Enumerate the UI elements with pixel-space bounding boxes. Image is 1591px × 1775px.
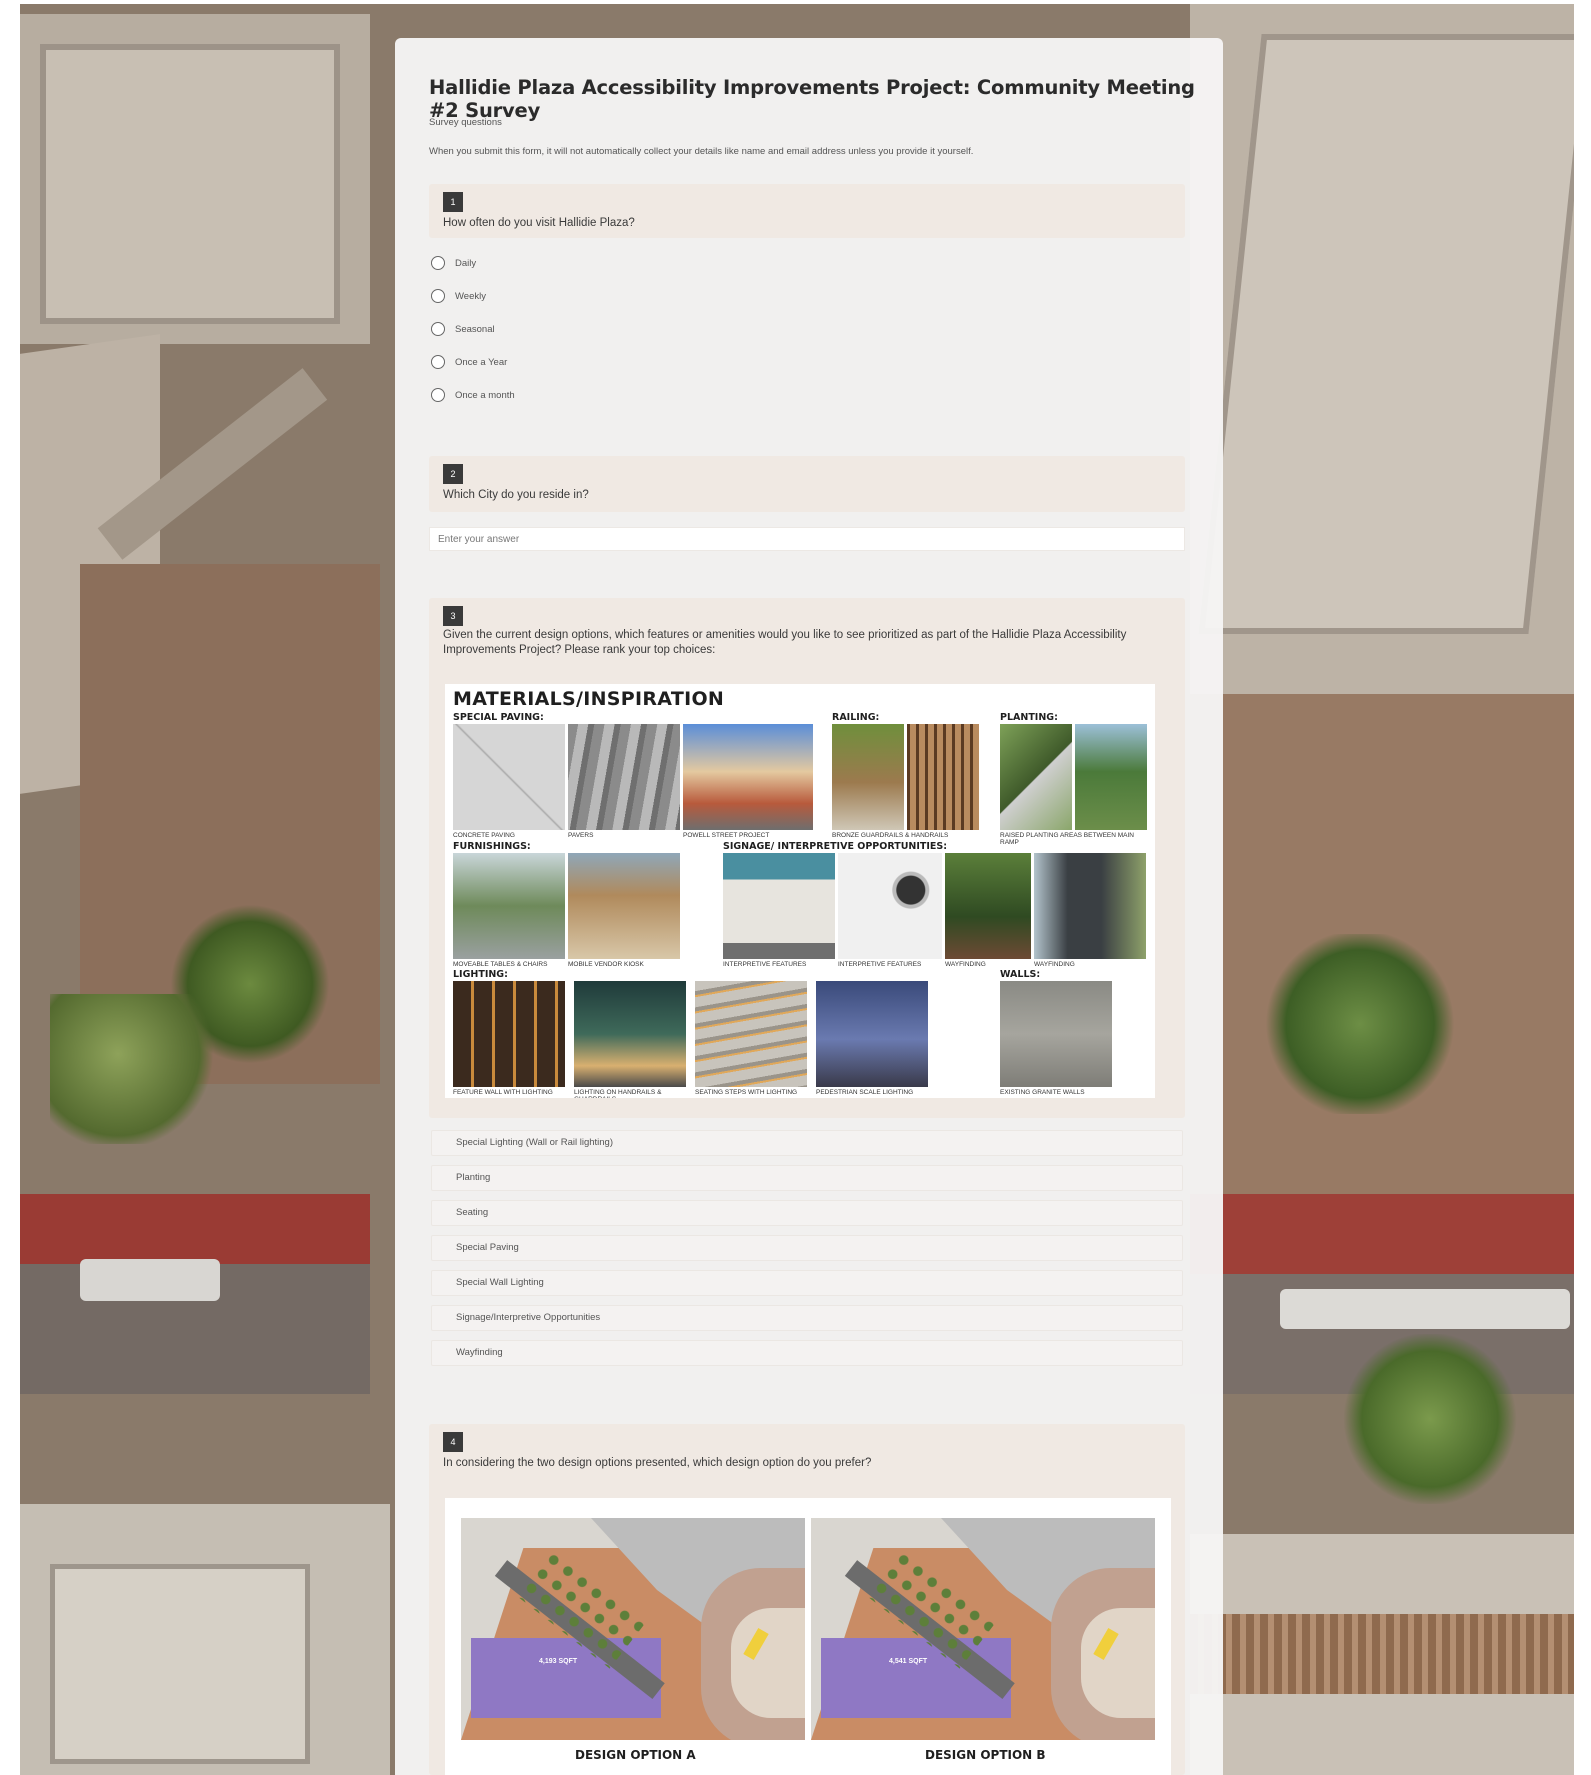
question-1-text: How often do you visit Hallidie Plaza? xyxy=(443,217,635,229)
question-number-badge: 4 xyxy=(443,1432,463,1452)
feature-wall-photo xyxy=(453,981,565,1087)
radio-button[interactable] xyxy=(431,388,445,402)
rank-item-wayfinding[interactable]: Wayfinding xyxy=(431,1340,1183,1366)
rank-item-planting[interactable]: Planting xyxy=(431,1165,1183,1191)
radio-button[interactable] xyxy=(431,256,445,270)
wayfinding-photo-1 xyxy=(945,853,1031,959)
materials-inspiration-image: MATERIALS/INSPIRATION SPECIAL PAVING: RA… xyxy=(445,684,1155,1098)
privacy-notice: When you submit this form, it will not a… xyxy=(429,146,974,157)
caption-wayfinding-1: WAYFINDING xyxy=(945,961,986,968)
radio-button[interactable] xyxy=(431,322,445,336)
movable-tables-photo xyxy=(453,853,565,959)
option-label: Daily xyxy=(455,257,477,269)
city-answer-input[interactable] xyxy=(429,527,1185,551)
question-2-text: Which City do you reside in? xyxy=(443,489,589,501)
handrail-lighting-photo xyxy=(574,981,686,1087)
heading-furnishings: FURNISHINGS: xyxy=(453,841,531,852)
caption-vendor-kiosk: MOBILE VENDOR KIOSK xyxy=(568,961,644,968)
rank-item-special-lighting[interactable]: Special Lighting (Wall or Rail lighting) xyxy=(431,1130,1183,1156)
option-seasonal[interactable]: Seasonal xyxy=(431,320,495,338)
radio-button[interactable] xyxy=(431,355,445,369)
planting-photo-1 xyxy=(1000,724,1072,830)
question-2-header: 2 Which City do you reside in? xyxy=(429,456,1185,512)
design-option-a-label: DESIGN OPTION A xyxy=(575,1748,696,1762)
wayfinding-photo-2 xyxy=(1034,853,1146,959)
railing-photo-1 xyxy=(832,724,904,830)
design-options-image: 4,193 SQFT 4,541 SQFT DESIGN OPTION A DE… xyxy=(445,1498,1171,1775)
option-daily[interactable]: Daily xyxy=(431,254,476,272)
heading-special-paving: SPECIAL PAVING: xyxy=(453,712,544,723)
caption-movable-tables: MOVEABLE TABLES & CHAIRS xyxy=(453,961,548,968)
survey-title: Hallidie Plaza Accessibility Improvement… xyxy=(429,76,1195,122)
powell-street-photo xyxy=(683,724,813,830)
question-number-badge: 2 xyxy=(443,464,463,484)
planting-photo-2 xyxy=(1075,724,1147,830)
heading-signage: SIGNAGE/ INTERPRETIVE OPPORTUNITIES: xyxy=(723,841,948,852)
caption-bronze-guardrails: BRONZE GUARDRAILS & HANDRAILS xyxy=(832,832,949,839)
design-option-b-plan: 4,541 SQFT xyxy=(811,1518,1155,1740)
option-once-a-year[interactable]: Once a Year xyxy=(431,353,507,371)
rank-item-special-paving[interactable]: Special Paving xyxy=(431,1235,1183,1261)
heading-planting: PLANTING: xyxy=(1000,712,1058,723)
rank-item-special-wall-lighting[interactable]: Special Wall Lighting xyxy=(431,1270,1183,1296)
concrete-paving-photo xyxy=(453,724,565,830)
heading-railing: RAILING: xyxy=(832,712,880,723)
caption-raised-planting: RAISED PLANTING AREAS BETWEEN MAIN RAMP xyxy=(1000,832,1134,846)
question-4-text: In considering the two design options pr… xyxy=(443,1457,872,1469)
caption-feature-wall: FEATURE WALL WITH LIGHTING xyxy=(453,1089,553,1096)
question-1-header: 1 How often do you visit Hallidie Plaza? xyxy=(429,184,1185,238)
vendor-kiosk-photo xyxy=(568,853,680,959)
interpretive-photo-1 xyxy=(723,853,835,959)
caption-wayfinding-2: WAYFINDING xyxy=(1034,961,1075,968)
option-once-a-month[interactable]: Once a month xyxy=(431,386,515,404)
survey-form-card: Hallidie Plaza Accessibility Improvement… xyxy=(395,38,1223,1775)
heading-walls: WALLS: xyxy=(1000,969,1041,980)
option-weekly[interactable]: Weekly xyxy=(431,287,486,305)
caption-granite-walls: EXISTING GRANITE WALLS xyxy=(1000,1089,1085,1096)
caption-seating-steps: SEATING STEPS WITH LIGHTING xyxy=(695,1089,798,1096)
rank-item-signage[interactable]: Signage/Interpretive Opportunities xyxy=(431,1305,1183,1331)
caption-handrail-lighting: LIGHTING ON HANDRAILS & GUARDRAILS xyxy=(574,1089,662,1098)
caption-powell-street: POWELL STREET PROJECT xyxy=(683,832,770,839)
board-title: MATERIALS/INSPIRATION xyxy=(453,688,725,710)
design-option-a-plan: 4,193 SQFT xyxy=(461,1518,805,1740)
caption-pavers: PAVERS xyxy=(568,832,594,839)
question-number-badge: 1 xyxy=(443,192,463,212)
seating-steps-photo xyxy=(695,981,807,1087)
pavers-photo xyxy=(568,724,680,830)
survey-subtitle: Survey questions xyxy=(429,117,502,128)
option-label: Once a Year xyxy=(455,356,508,368)
pedestrian-lighting-photo xyxy=(816,981,928,1087)
option-label: Once a month xyxy=(455,389,515,401)
caption-interpretive-1: INTERPRETIVE FEATURES xyxy=(723,961,807,968)
granite-walls-photo xyxy=(1000,981,1112,1087)
option-b-area-label: 4,541 SQFT xyxy=(889,1658,928,1665)
heading-lighting: LIGHTING: xyxy=(453,969,508,980)
caption-interpretive-2: INTERPRETIVE FEATURES xyxy=(838,961,922,968)
option-a-area-label: 4,193 SQFT xyxy=(539,1658,578,1665)
caption-pedestrian-lighting: PEDESTRIAN SCALE LIGHTING xyxy=(816,1089,914,1096)
design-option-b-label: DESIGN OPTION B xyxy=(925,1748,1046,1762)
option-label: Weekly xyxy=(455,290,486,302)
option-label: Seasonal xyxy=(455,323,495,335)
railing-photo-2 xyxy=(907,724,979,830)
radio-button[interactable] xyxy=(431,289,445,303)
caption-concrete-paving: CONCRETE PAVING xyxy=(453,832,515,839)
rank-item-seating[interactable]: Seating xyxy=(431,1200,1183,1226)
interpretive-photo-2 xyxy=(838,853,942,959)
question-3-text: Given the current design options, which … xyxy=(443,629,1127,656)
question-number-badge: 3 xyxy=(443,606,463,626)
